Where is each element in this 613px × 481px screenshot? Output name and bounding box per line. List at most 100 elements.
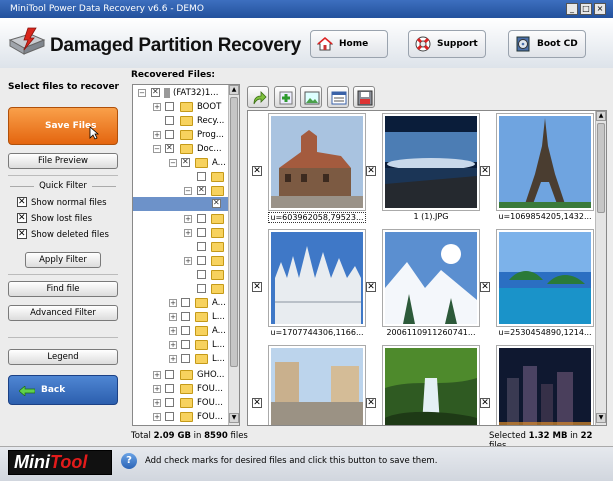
- tree-row[interactable]: +: [133, 226, 239, 240]
- file-checkbox[interactable]: ✕: [252, 282, 262, 292]
- tree-checkbox[interactable]: [181, 312, 190, 321]
- file-preview-button[interactable]: File Preview: [8, 153, 118, 169]
- tree-row[interactable]: + L...: [133, 310, 239, 324]
- tree-checkbox[interactable]: [165, 384, 174, 393]
- scroll-up-arrow[interactable]: ▲: [596, 111, 606, 121]
- tree-row[interactable]: + A...: [133, 296, 239, 310]
- tree-row[interactable]: + GHO...: [133, 368, 239, 382]
- tree-checkbox[interactable]: [197, 228, 206, 237]
- scroll-thumb[interactable]: [597, 123, 605, 213]
- tree-row[interactable]: [133, 240, 239, 254]
- scroll-thumb[interactable]: [230, 97, 238, 367]
- file-checkbox[interactable]: ✕: [252, 398, 262, 408]
- scroll-down-arrow[interactable]: ▼: [229, 413, 239, 423]
- tree-row[interactable]: − Doc...: [133, 142, 239, 156]
- expand-toggle[interactable]: +: [153, 131, 161, 139]
- show-lost-checkbox[interactable]: [17, 212, 27, 224]
- show-normal-files-option[interactable]: Show normal files: [17, 196, 107, 209]
- scroll-up-arrow[interactable]: ▲: [229, 85, 239, 95]
- tree-row[interactable]: +: [133, 212, 239, 226]
- gallery-scrollbar[interactable]: ▲ ▼: [595, 111, 606, 425]
- tree-checkbox[interactable]: [197, 214, 206, 223]
- file-checkbox[interactable]: ✕: [366, 166, 376, 176]
- folder-tree[interactable]: − (FAT32)1... + BOOT Recy... + Prog... − Do…: [132, 84, 240, 426]
- file-checkbox[interactable]: ✕: [366, 282, 376, 292]
- close-button[interactable]: ×: [594, 3, 606, 15]
- expand-toggle[interactable]: +: [153, 399, 161, 407]
- tree-checkbox[interactable]: [165, 398, 174, 407]
- tree-row[interactable]: − A...: [133, 156, 239, 170]
- tree-row[interactable]: + FOU...: [133, 396, 239, 410]
- thumbnail-view-button[interactable]: [300, 86, 322, 108]
- tree-row[interactable]: Recy...: [133, 114, 239, 128]
- tree-checkbox[interactable]: [165, 142, 174, 154]
- expand-toggle[interactable]: +: [153, 103, 161, 111]
- file-thumbnail[interactable]: ✕: [366, 343, 480, 425]
- advanced-filter-button[interactable]: Advanced Filter: [8, 305, 118, 321]
- file-thumbnail[interactable]: ✕ 1 (1).JPG: [366, 111, 480, 224]
- minimize-button[interactable]: _: [566, 3, 578, 15]
- tree-checkbox[interactable]: [165, 116, 174, 125]
- file-checkbox[interactable]: ✕: [366, 398, 376, 408]
- view-options-button[interactable]: [327, 86, 349, 108]
- help-icon[interactable]: ?: [121, 453, 137, 469]
- scroll-down-arrow[interactable]: ▼: [596, 413, 606, 423]
- expand-toggle[interactable]: +: [184, 257, 192, 265]
- file-checkbox[interactable]: ✕: [480, 398, 490, 408]
- tree-checkbox[interactable]: [165, 412, 174, 421]
- maximize-button[interactable]: □: [580, 3, 592, 15]
- tree-checkbox[interactable]: [197, 184, 206, 196]
- back-button[interactable]: Back: [8, 375, 118, 405]
- expand-toggle[interactable]: +: [153, 385, 161, 393]
- file-checkbox[interactable]: ✕: [480, 282, 490, 292]
- tree-checkbox[interactable]: [165, 370, 174, 379]
- file-thumbnail[interactable]: ✕ u=1707744306,1166...: [252, 227, 366, 340]
- legend-button[interactable]: Legend: [8, 349, 118, 365]
- tree-checkbox[interactable]: [181, 156, 190, 168]
- tree-checkbox[interactable]: [181, 326, 190, 335]
- file-checkbox[interactable]: ✕: [480, 166, 490, 176]
- expand-toggle[interactable]: +: [169, 341, 177, 349]
- tree-checkbox[interactable]: [181, 354, 190, 363]
- tree-row[interactable]: + A...: [133, 324, 239, 338]
- collapse-toggle[interactable]: −: [169, 159, 177, 167]
- tree-row[interactable]: −: [133, 184, 239, 198]
- tree-checkbox[interactable]: [181, 340, 190, 349]
- tree-row[interactable]: + L...: [133, 352, 239, 366]
- go-up-button[interactable]: [247, 86, 269, 108]
- expand-toggle[interactable]: +: [184, 215, 192, 223]
- collapse-toggle[interactable]: −: [138, 89, 146, 97]
- tree-checkbox[interactable]: [212, 197, 221, 209]
- tree-checkbox[interactable]: [181, 298, 190, 307]
- home-button[interactable]: Home: [310, 30, 388, 58]
- file-thumbnail[interactable]: ✕: [480, 343, 594, 425]
- collapse-toggle[interactable]: −: [184, 187, 192, 195]
- expand-toggle[interactable]: +: [184, 229, 192, 237]
- save-list-button[interactable]: [353, 86, 375, 108]
- add-button[interactable]: [274, 86, 296, 108]
- find-file-button[interactable]: Find file: [8, 281, 118, 297]
- expand-toggle[interactable]: +: [169, 313, 177, 321]
- tree-row[interactable]: − (FAT32)1...: [133, 86, 239, 100]
- tree-row[interactable]: + FOU...: [133, 382, 239, 396]
- tree-row[interactable]: + Prog...: [133, 128, 239, 142]
- tree-checkbox[interactable]: [165, 102, 174, 111]
- tree-row-selected[interactable]: [133, 197, 239, 211]
- tree-checkbox[interactable]: [151, 86, 160, 98]
- tree-row[interactable]: + BOOT: [133, 100, 239, 114]
- tree-checkbox[interactable]: [197, 270, 206, 279]
- tree-row[interactable]: + L...: [133, 338, 239, 352]
- show-deleted-files-option[interactable]: Show deleted files: [17, 228, 109, 241]
- file-thumbnail[interactable]: ✕ u=1069854205,1432...: [480, 111, 594, 224]
- tree-scrollbar[interactable]: ▲ ▼: [228, 85, 239, 425]
- collapse-toggle[interactable]: −: [153, 145, 161, 153]
- apply-filter-button[interactable]: Apply Filter: [25, 252, 101, 268]
- tree-checkbox[interactable]: [197, 172, 206, 181]
- save-files-button[interactable]: Save Files: [8, 107, 118, 145]
- expand-toggle[interactable]: +: [169, 327, 177, 335]
- show-deleted-checkbox[interactable]: [17, 228, 27, 240]
- file-thumbnail[interactable]: ✕ 2006110911260741...: [366, 227, 480, 340]
- expand-toggle[interactable]: +: [169, 299, 177, 307]
- tree-checkbox[interactable]: [165, 130, 174, 139]
- show-lost-files-option[interactable]: Show lost files: [17, 212, 92, 225]
